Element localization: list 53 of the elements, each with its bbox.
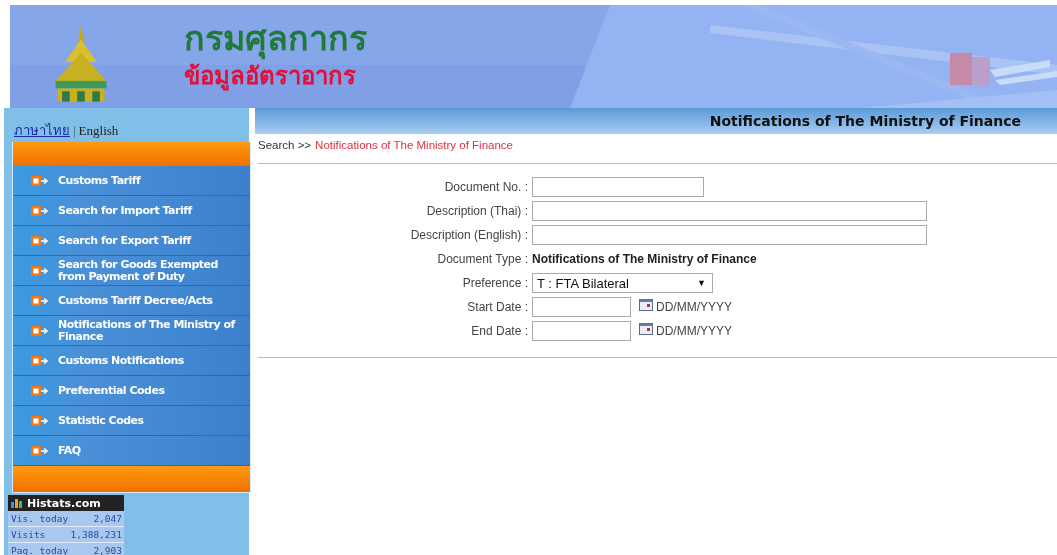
input-field[interactable] [532,177,704,197]
arrow-icon [31,264,49,277]
separator: | [73,123,76,138]
menu-item[interactable]: Customs Tariff Decree/Acts [13,286,250,316]
breadcrumb-current: Notifications of The Ministry of Finance [315,139,513,151]
arrow-icon [31,204,49,217]
menu-item[interactable]: Customs Notifications [13,346,250,376]
field-label: Description (Thai) : [425,204,529,218]
field-label: Preference : [461,276,529,290]
dropdown[interactable]: T : FTA Bilateral ▼ [532,273,713,293]
counter-value: 2,903 [93,544,122,555]
counter-value: 2,047 [93,512,122,526]
breadcrumb-root[interactable]: Search >> [258,139,312,151]
arrow-icon [31,414,49,427]
field-label: Description (English) : [409,228,529,242]
arrow-icon [31,384,49,397]
counter-label: Visits [11,528,46,542]
arrow-icon [31,444,49,457]
input-field[interactable] [532,225,927,245]
counter-label: Vis. today [11,512,69,526]
calendar-icon[interactable] [639,299,653,311]
field-label: Document No. : [443,180,529,194]
header-title: กรมศุลกากร [184,17,367,59]
menu-item[interactable]: Customs Tariff [13,166,250,196]
arrow-icon [31,174,49,187]
menu-item[interactable]: Search for Goods Exempted from Payment of Duty [13,256,250,286]
menu-item[interactable]: Search for Import Tariff [13,196,250,226]
menu-item[interactable]: FAQ [13,436,250,466]
arrow-icon [31,354,49,367]
input-field[interactable] [532,201,927,221]
menu-item[interactable]: Search for Export Tariff [13,226,250,256]
language-link[interactable]: ภาษาไทย [14,123,70,138]
calendar-icon[interactable] [639,323,653,335]
field-label: End Date : [470,324,529,338]
bar-chart-icon [11,498,23,508]
field-value: Notifications of The Ministry of Finance [532,252,757,266]
language-link[interactable]: English [78,123,119,138]
arrow-icon [31,324,49,337]
arrow-icon [31,294,49,307]
menu-item[interactable]: Notifications of The Ministry of Finance [13,316,250,346]
counter-title: Histats.com [27,496,101,510]
arrow-icon [31,234,49,247]
field-label: Document Type : [436,252,529,266]
date-field[interactable] [532,297,631,317]
date-field[interactable] [532,321,631,341]
header-subtitle: ข้อมูลอัตราอากร [184,61,357,93]
field-label: Start Date : [466,300,529,314]
page-title: Notifications of The Ministry of Finance [709,113,1021,129]
date-format-hint: DD/MM/YYYY [656,300,732,314]
counter-value: 1,388,231 [70,528,122,542]
date-format-hint: DD/MM/YYYY [656,324,732,338]
menu-item[interactable]: Statistic Codes [13,406,250,436]
menu-item[interactable]: Preferential Codes [13,376,250,406]
